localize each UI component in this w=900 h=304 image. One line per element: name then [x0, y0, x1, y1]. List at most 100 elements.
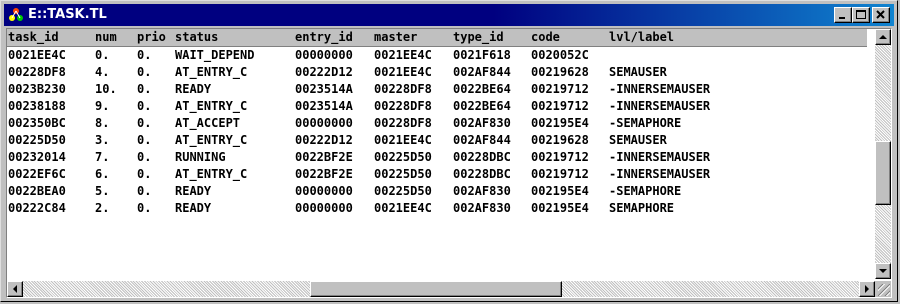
table-row[interactable]: 00225D50 3. 0. AT_ENTRY_C 00222D12 0021EE4C 00… — [7, 132, 867, 149]
cell-num: 5. — [95, 184, 110, 198]
table-row[interactable]: 002350BC 8. 0. AT_ACCEPT 00000000 00228DF8 002… — [7, 115, 867, 132]
header-entry-id: entry_id — [295, 30, 353, 44]
cell-prio: 0. — [137, 184, 152, 198]
cell-lvl-label: SEMAUSER — [609, 133, 667, 147]
cell-code: 00219712 — [531, 82, 589, 96]
cell-task-id: 00228DF8 — [8, 65, 66, 79]
cell-master: 00228DF8 — [374, 82, 432, 96]
cell-code: 00219712 — [531, 99, 589, 113]
cell-code: 002195E4 — [531, 116, 589, 130]
table-row[interactable]: 0022EF6C 6. 0. AT_ENTRY_C 0022BF2E 00225D50 00… — [7, 166, 867, 183]
arrow-down-icon — [879, 269, 887, 273]
table-row[interactable]: 00238188 9. 0. AT_ENTRY_C 0023514A 00228DF8 00… — [7, 98, 867, 115]
cell-type-id: 002AF844 — [453, 133, 511, 147]
cluster-icon — [9, 8, 23, 21]
minimize-icon — [839, 17, 845, 19]
cell-type-id: 0022BE64 — [453, 99, 511, 113]
scroll-up-button[interactable] — [875, 29, 891, 45]
cell-entry-id: 00000000 — [295, 201, 353, 215]
resize-corner[interactable] — [875, 281, 891, 297]
header-master: master — [374, 30, 418, 44]
cell-num: 2. — [95, 201, 110, 215]
cell-type-id: 002AF830 — [453, 116, 511, 130]
cell-entry-id: 00000000 — [295, 116, 353, 130]
resize-grip-icon[interactable] — [878, 284, 890, 296]
scroll-left-button[interactable] — [7, 281, 23, 297]
cell-code: 00219628 — [531, 65, 589, 79]
cell-prio: 0. — [137, 133, 152, 147]
cell-master: 00225D50 — [374, 184, 432, 198]
cell-prio: 0. — [137, 99, 152, 113]
minimize-button[interactable] — [834, 7, 852, 23]
table-header: task_id num prio status entry_id master … — [7, 29, 867, 47]
header-status: status — [175, 30, 219, 44]
cell-status: AT_ENTRY_C — [175, 167, 248, 181]
close-icon — [876, 10, 885, 19]
cell-task-id: 00222C84 — [8, 201, 66, 215]
cell-code: 00219712 — [531, 150, 589, 164]
cell-status: READY — [175, 184, 212, 198]
cell-task-id: 00238188 — [8, 99, 66, 113]
cell-status: READY — [175, 82, 212, 96]
cell-type-id: 00228DBC — [453, 167, 511, 181]
cell-num: 10. — [95, 82, 117, 96]
task-table: task_id num prio status entry_id master … — [7, 29, 867, 279]
table-row[interactable]: 00232014 7. 0. RUNNING 0022BF2E 00225D50 00228… — [7, 149, 867, 166]
task-list-pane: task_id num prio status entry_id master … — [6, 28, 892, 298]
cell-lvl-label: SEMAUSER — [609, 65, 667, 79]
cell-master: 00228DF8 — [374, 116, 432, 130]
cell-num: 7. — [95, 150, 110, 164]
scroll-down-button[interactable] — [875, 263, 891, 279]
cell-task-id: 0022EF6C — [8, 167, 66, 181]
cell-prio: 0. — [137, 150, 152, 164]
scroll-right-button[interactable] — [859, 281, 875, 297]
cell-master: 00228DF8 — [374, 99, 432, 113]
cell-lvl-label: -INNERSEMAUSER — [609, 150, 711, 164]
cell-lvl-label: -INNERSEMAUSER — [609, 82, 711, 96]
table-row[interactable]: 0021EE4C 0. 0. WAIT_DEPEND 00000000 0021EE4C 0… — [7, 47, 867, 64]
cell-entry-id: 00000000 — [295, 48, 353, 62]
cell-prio: 0. — [137, 65, 152, 79]
cell-entry-id: 00222D12 — [295, 65, 353, 79]
cell-master: 0021EE4C — [374, 201, 432, 215]
cell-prio: 0. — [137, 201, 152, 215]
cell-status: AT_ENTRY_C — [175, 99, 248, 113]
cell-num: 8. — [95, 116, 110, 130]
header-code: code — [531, 30, 560, 44]
cell-status: AT_ENTRY_C — [175, 133, 248, 147]
table-row[interactable]: 0023B230 10. 0. READY 0023514A 00228DF8 0022BE… — [7, 81, 867, 98]
cell-num: 9. — [95, 99, 110, 113]
cell-entry-id: 0022BF2E — [295, 167, 353, 181]
arrow-right-icon — [865, 285, 869, 293]
cell-lvl-label: -SEMAPHORE — [609, 184, 682, 198]
cell-task-id: 002350BC — [8, 116, 66, 130]
cell-entry-id: 0022BF2E — [295, 150, 353, 164]
table-row[interactable]: 00228DF8 4. 0. AT_ENTRY_C 00222D12 0021EE4C 00… — [7, 64, 867, 81]
cell-master: 00225D50 — [374, 167, 432, 181]
cell-num: 0. — [95, 48, 110, 62]
horizontal-scroll-thumb[interactable] — [310, 281, 562, 297]
vertical-scrollbar[interactable] — [875, 29, 891, 279]
arrow-left-icon — [13, 285, 17, 293]
cell-prio: 0. — [137, 48, 152, 62]
cell-code: 002195E4 — [531, 184, 589, 198]
cell-task-id: 00225D50 — [8, 133, 66, 147]
cell-code: 00219712 — [531, 167, 589, 181]
horizontal-scrollbar[interactable] — [7, 281, 875, 297]
cell-prio: 0. — [137, 82, 152, 96]
cell-lvl-label: -INNERSEMAUSER — [609, 167, 711, 181]
vertical-scroll-thumb[interactable] — [875, 141, 891, 205]
header-num: num — [95, 30, 117, 44]
close-button[interactable] — [872, 7, 890, 23]
cell-task-id: 0021EE4C — [8, 48, 66, 62]
table-row[interactable]: 0022BEA0 5. 0. READY 00000000 00225D50 002AF83… — [7, 183, 867, 200]
title-bar[interactable]: E::TASK.TL — [4, 4, 894, 26]
header-task-id: task_id — [8, 30, 59, 44]
cell-entry-id: 0023514A — [295, 82, 353, 96]
cell-type-id: 002AF844 — [453, 65, 511, 79]
task-list-window: E::TASK.TL task_id num prio status entry… — [0, 0, 898, 302]
cell-task-id: 0022BEA0 — [8, 184, 66, 198]
maximize-button[interactable] — [852, 7, 870, 23]
cell-task-id: 0023B230 — [8, 82, 66, 96]
table-row[interactable]: 00222C84 2. 0. READY 00000000 0021EE4C 002AF83… — [7, 200, 867, 217]
